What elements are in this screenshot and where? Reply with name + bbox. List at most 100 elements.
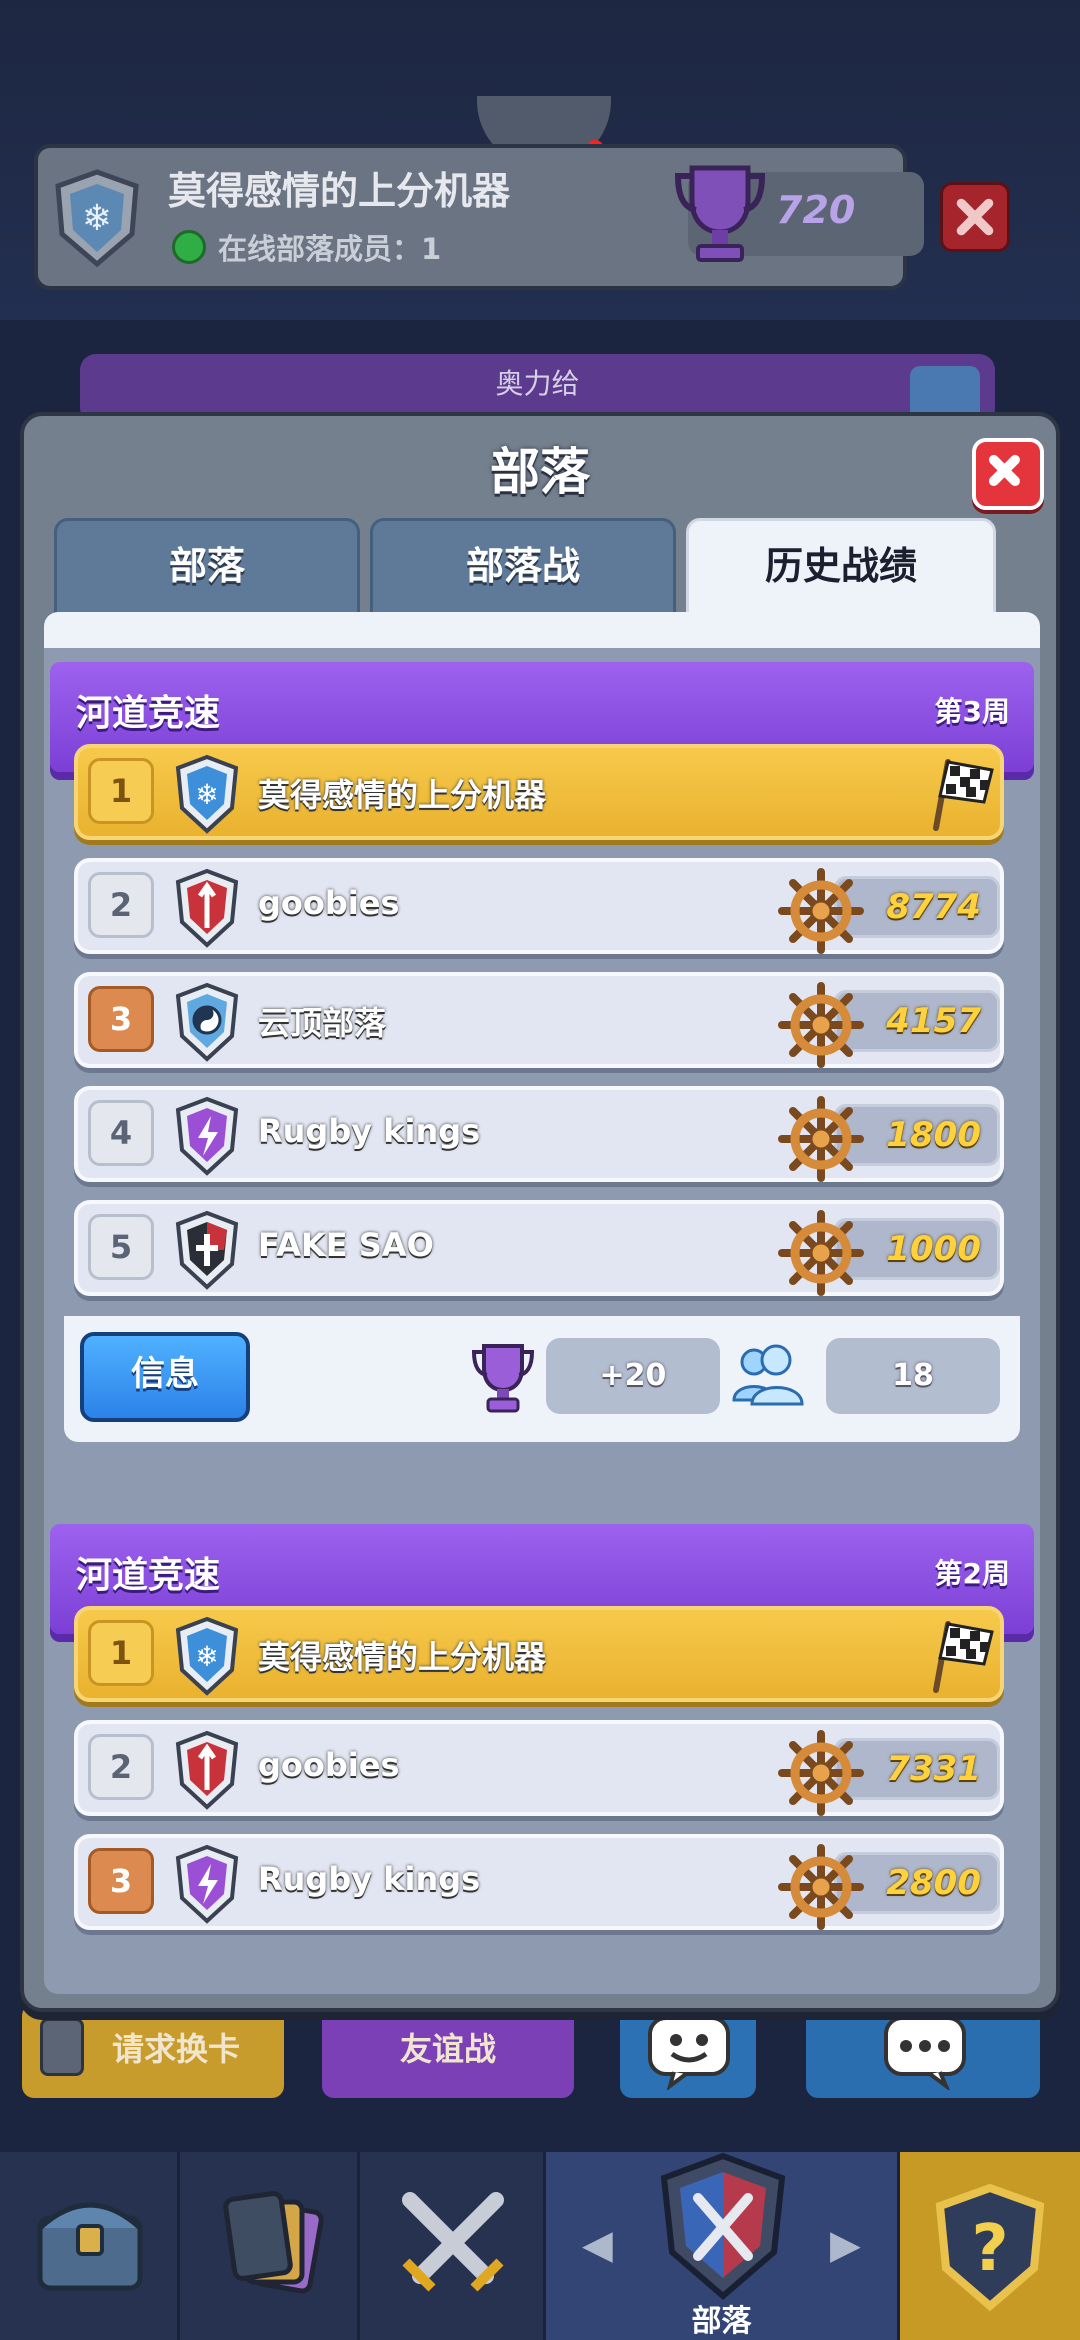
close-modal-button[interactable] (972, 438, 1044, 510)
table-row[interactable]: 2 goobies 8774 (74, 858, 1004, 954)
snowflake-badge-icon: ❄ (175, 754, 239, 834)
emote-button[interactable] (620, 2004, 756, 2098)
tab-history[interactable]: 历史战绩 (686, 518, 996, 618)
fame-score: 1800 (886, 1115, 981, 1155)
ship-wheel-icon (778, 982, 864, 1068)
clan-name: 云顶部落 (258, 1004, 387, 1042)
fame-score: 1000 (886, 1229, 981, 1269)
chevron-left-icon[interactable]: ◀ (582, 2222, 613, 2268)
clan-header-card[interactable]: ❄ 莫得感情的上分机器 在线部落成员：1 720 (34, 144, 924, 290)
rank-badge: 2 (88, 872, 154, 938)
clan-description: 奥力给 (495, 367, 580, 400)
war-week: 第2周 (934, 1557, 1010, 1590)
nav-shop[interactable] (0, 2152, 180, 2340)
fame-score: 2800 (886, 1863, 981, 1903)
info-button[interactable]: 信息 (80, 1332, 250, 1422)
lightning-badge-icon (175, 1096, 239, 1176)
rank-badge: 2 (88, 1734, 154, 1800)
nav-clan[interactable]: ◀ ▶ 部落 (546, 2152, 900, 2340)
war-week: 第3周 (934, 695, 1010, 728)
table-row[interactable]: 4 Rugby kings 1800 (74, 1086, 1004, 1182)
clan-name: FAKE SAO (258, 1226, 434, 1264)
close-clan-icon[interactable] (940, 182, 1010, 252)
snowflake-badge-icon: ❄ (175, 1616, 239, 1696)
rank-badge: 5 (88, 1214, 154, 1280)
participant-count: 18 (826, 1338, 1000, 1414)
nav-events[interactable]: ? (900, 2152, 1080, 2340)
rank-badge: 4 (88, 1100, 154, 1166)
table-row[interactable]: 3 云顶部落 4157 (74, 972, 1004, 1068)
clan-badge-icon: ❄ (55, 169, 139, 268)
table-row[interactable]: 5 FAKE SAO 1000 (74, 1200, 1004, 1296)
mystery-shield-icon: ? (935, 2183, 1045, 2312)
bottom-navigation: ◀ ▶ 部落 ? (0, 2152, 1080, 2340)
clan-name: goobies (258, 884, 400, 922)
arrow-badge-icon (175, 1730, 239, 1810)
clan-shield-icon (660, 2152, 786, 2300)
history-list[interactable]: 河道竞速 第3周 1 ❄ 莫得感情的上分机器 2 goobies 8774 3 … (44, 612, 1040, 1994)
war-summary-footer: 信息 +20 18 (64, 1316, 1020, 1442)
yin-yang-badge-icon (175, 982, 239, 1062)
table-row[interactable]: 3 Rugby kings 2800 (74, 1834, 1004, 1930)
card-icon (40, 2018, 84, 2076)
request-cards-button[interactable]: 请求换卡 (22, 2004, 284, 2098)
clan-name: 莫得感情的上分机器 (258, 1638, 547, 1676)
cards-icon (223, 2191, 324, 2294)
clan-name: 莫得感情的上分机器 (168, 169, 511, 213)
clan-modal: 部落 部落 部落战 历史战绩 河道竞速 第3周 1 ❄ 莫得感情的上分机器 2 … (20, 412, 1060, 2012)
fame-score: 4157 (886, 1001, 981, 1041)
ship-wheel-icon (778, 1096, 864, 1182)
war-title: 河道竞速 (76, 693, 221, 734)
war-title: 河道竞速 (76, 1555, 221, 1596)
modal-title: 部落 (490, 443, 590, 501)
nav-battle[interactable] (360, 2152, 546, 2340)
clan-name: Rugby kings (258, 1860, 481, 1898)
clan-trophies: 720 (674, 165, 924, 262)
friendly-battle-label: 友谊战 (399, 2030, 496, 2068)
clan-name: Rugby kings (258, 1112, 481, 1150)
trophy-icon (674, 165, 766, 262)
clan-name: 莫得感情的上分机器 (258, 776, 547, 814)
trophy-change: +20 (546, 1338, 720, 1414)
ship-wheel-icon (778, 1844, 864, 1930)
chat-icon (884, 2016, 966, 2090)
list-top-edge (44, 612, 1040, 648)
chat-button[interactable] (806, 2004, 1040, 2098)
tab-clan[interactable]: 部落 (54, 518, 360, 618)
table-row[interactable]: 2 goobies 7331 (74, 1720, 1004, 1816)
finish-flag-icon (933, 759, 994, 831)
emote-icon (648, 2016, 730, 2090)
chest-icon (37, 2202, 143, 2291)
close-icon (988, 454, 1020, 486)
rank-badge: 1 (88, 758, 154, 824)
svg-text:❄: ❄ (82, 198, 112, 239)
nav-cards[interactable] (180, 2152, 360, 2340)
online-status-icon (172, 230, 206, 264)
trophy-count: 720 (776, 188, 856, 232)
ship-wheel-icon (778, 1730, 864, 1816)
fame-score: 7331 (886, 1749, 981, 1789)
crossed-swords-icon (402, 2192, 504, 2292)
nav-clan-label: 部落 (691, 2304, 752, 2339)
chevron-right-icon[interactable]: ▶ (830, 2222, 861, 2268)
trophy-icon (471, 1344, 535, 1413)
friendly-battle-button[interactable]: 友谊战 (322, 2004, 574, 2098)
table-row[interactable]: 1 ❄ 莫得感情的上分机器 (74, 1606, 1004, 1702)
clan-name: goobies (258, 1746, 400, 1784)
cross-badge-icon (175, 1210, 239, 1290)
svg-text:❄: ❄ (195, 778, 218, 811)
online-members: 在线部落成员：1 (218, 232, 442, 266)
ship-wheel-icon (778, 868, 864, 954)
svg-text:❄: ❄ (195, 1640, 218, 1673)
rank-badge: 3 (88, 1848, 154, 1914)
table-row[interactable]: 1 ❄ 莫得感情的上分机器 (74, 744, 1004, 840)
arrow-badge-icon (175, 868, 239, 948)
request-cards-label: 请求换卡 (112, 2030, 241, 2068)
members-icon (732, 1344, 804, 1406)
tab-clan-war[interactable]: 部落战 (370, 518, 676, 618)
lightning-badge-icon (175, 1844, 239, 1924)
rank-badge: 3 (88, 986, 154, 1052)
svg-text:?: ? (971, 2212, 1008, 2286)
ship-wheel-icon (778, 1210, 864, 1296)
rank-badge: 1 (88, 1620, 154, 1686)
